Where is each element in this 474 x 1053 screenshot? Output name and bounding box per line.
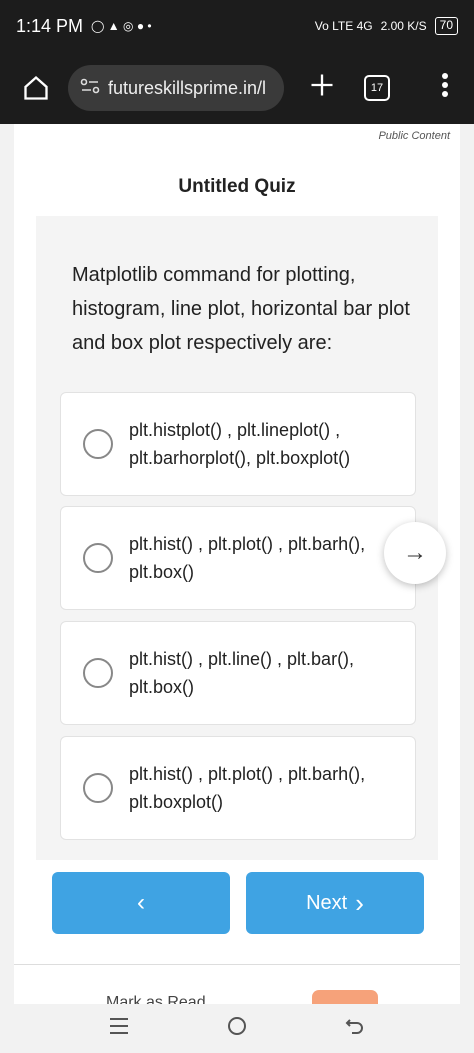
option-label: plt.histplot() , plt.lineplot() , plt.ba… (129, 420, 351, 468)
radio-button[interactable] (83, 773, 113, 803)
plus-icon (311, 74, 333, 95)
home-button[interactable] (14, 66, 58, 110)
option-label: plt.hist() , plt.line() , plt.bar(), plt… (129, 649, 355, 697)
status-bar: 1:14 PM ◯ ▲ ◎ ● • Vo LTE 4G 2.00 K/S 70 (0, 0, 474, 52)
question-text: Matplotlib command for plotting, histogr… (72, 264, 410, 354)
home-icon (24, 75, 48, 100)
net-speed: 2.00 K/S (380, 19, 427, 33)
option-label: plt.hist() , plt.plot() , plt.barh(), pl… (129, 764, 366, 812)
address-bar[interactable]: futureskillsprime.in/l (68, 65, 284, 111)
home-nav-button[interactable] (226, 1015, 248, 1043)
status-time: 1:14 PM (16, 15, 84, 36)
next-button[interactable]: Next › (246, 872, 424, 934)
new-tab-button[interactable] (302, 69, 342, 108)
next-label: Next (306, 891, 348, 914)
menu-button[interactable] (430, 72, 460, 105)
radio-button[interactable] (83, 658, 113, 688)
radio-button[interactable] (83, 429, 113, 459)
mark-as-read-toggle[interactable] (312, 990, 378, 1004)
quiz-title: Untitled Quiz (178, 176, 296, 197)
circle-icon (228, 1016, 246, 1035)
quiz-navigation: ‹ Next › (14, 872, 460, 936)
floating-next-button[interactable]: → (384, 522, 446, 584)
battery-icon: 70 (434, 17, 458, 35)
question-card: Matplotlib command for plotting, histogr… (36, 216, 438, 860)
menu-lines-icon (110, 1017, 128, 1034)
previous-button[interactable]: ‹ (52, 872, 230, 934)
mark-as-read-label: Mark as Read (106, 994, 206, 1004)
signal-icon: Vo LTE 4G (314, 19, 373, 33)
option-1[interactable]: plt.histplot() , plt.lineplot() , plt.ba… (60, 392, 416, 496)
radio-button[interactable] (83, 543, 113, 573)
browser-toolbar: futureskillsprime.in/l 17 (0, 52, 474, 124)
chevron-right-icon: › (355, 887, 364, 918)
notification-icons: ◯ ▲ ◎ ● • (91, 19, 152, 33)
option-4[interactable]: plt.hist() , plt.plot() , plt.barh(), pl… (60, 736, 416, 840)
system-nav-bar (0, 1004, 474, 1053)
url-text[interactable]: futureskillsprime.in/l (108, 78, 266, 99)
back-icon (345, 1018, 363, 1034)
more-vert-icon (442, 72, 448, 97)
option-label: plt.hist() , plt.plot() , plt.barh(), pl… (129, 534, 366, 582)
option-3[interactable]: plt.hist() , plt.line() , plt.bar(), plt… (60, 621, 416, 725)
recent-apps-button[interactable] (108, 1016, 130, 1042)
site-settings-icon[interactable] (80, 77, 100, 100)
public-content-label: Public Content (378, 130, 450, 142)
tab-switcher-button[interactable]: 17 (364, 75, 390, 101)
option-2[interactable]: plt.hist() , plt.plot() , plt.barh(), pl… (60, 506, 416, 610)
back-nav-button[interactable] (344, 1015, 366, 1043)
divider (14, 964, 460, 965)
arrow-right-icon: → (403, 539, 427, 566)
